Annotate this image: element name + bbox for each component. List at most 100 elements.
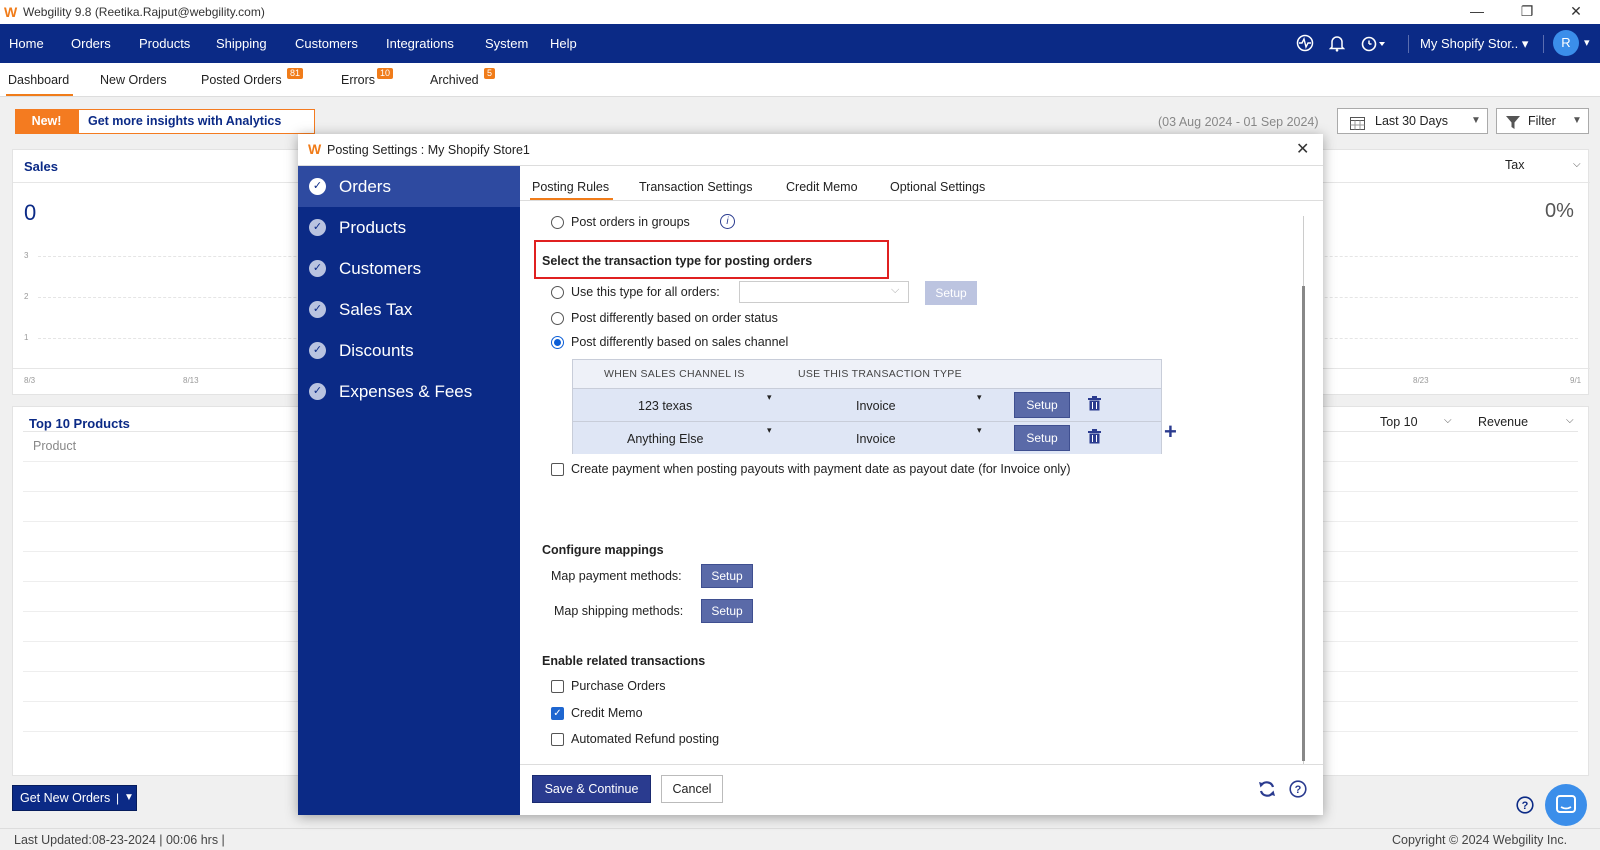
chevron-down-icon[interactable]: ▾ — [977, 392, 982, 403]
tab-new-orders[interactable]: New Orders — [100, 73, 167, 87]
close-dialog-icon[interactable]: ✕ — [1296, 139, 1309, 159]
activity-icon[interactable] — [1296, 34, 1314, 57]
map-payment-setup-button[interactable]: Setup — [701, 564, 753, 588]
transaction-type-select[interactable]: ⌵ — [739, 281, 909, 303]
divider — [520, 200, 1323, 201]
minimize-icon[interactable]: — — [1467, 3, 1487, 19]
chevron-down-icon[interactable]: ▾ — [977, 425, 982, 436]
setup-button[interactable]: Setup — [1014, 425, 1070, 451]
check-circle-icon: ✓ — [309, 301, 326, 318]
setup-button-disabled[interactable]: Setup — [925, 281, 977, 305]
nav-shipping[interactable]: Shipping — [216, 36, 267, 51]
tab-archived[interactable]: Archived — [430, 73, 479, 87]
y-tick: 2 — [24, 292, 29, 301]
tax-label[interactable]: Tax — [1505, 158, 1524, 172]
chevron-down-icon[interactable]: ▾ — [767, 392, 772, 403]
sidebar-item-expenses-fees[interactable]: ✓ Expenses & Fees — [298, 371, 520, 412]
sidebar-item-discounts[interactable]: ✓ Discounts — [298, 330, 520, 371]
help-icon[interactable]: ? — [1289, 780, 1307, 801]
nav-integrations[interactable]: Integrations — [386, 36, 454, 51]
store-selector[interactable]: My Shopify Stor.. ▾ — [1420, 36, 1528, 52]
credit-memo-label: Credit Memo — [571, 706, 643, 720]
nav-customers[interactable]: Customers — [295, 36, 358, 51]
save-continue-button[interactable]: Save & Continue — [532, 775, 651, 803]
y-tick: 3 — [24, 251, 29, 260]
tab-credit-memo[interactable]: Credit Memo — [786, 180, 858, 194]
channel-select[interactable]: Anything Else — [627, 432, 703, 446]
window-title: Webgility 9.8 (Reetika.Rajput@webgility.… — [23, 5, 265, 19]
info-icon[interactable]: i — [720, 214, 735, 229]
get-new-orders-button[interactable]: Get New Orders | ▼ — [12, 785, 137, 811]
purchase-orders-checkbox[interactable] — [551, 680, 564, 693]
tab-errors[interactable]: Errors — [341, 73, 375, 87]
check-circle-icon: ✓ — [309, 260, 326, 277]
active-tab-underline — [6, 94, 73, 96]
sidebar-item-sales-tax[interactable]: ✓ Sales Tax — [298, 289, 520, 330]
tab-posted-orders[interactable]: Posted Orders — [201, 73, 282, 87]
calendar-icon — [1350, 114, 1365, 138]
period-dropdown[interactable]: Last 30 Days ▼ — [1337, 108, 1488, 134]
type-select[interactable]: Invoice — [856, 432, 896, 446]
chevron-down-icon[interactable]: ⌵ — [1566, 415, 1574, 426]
sidebar-item-orders[interactable]: ✓ Orders — [298, 166, 520, 207]
bell-icon[interactable] — [1328, 34, 1346, 57]
restore-icon[interactable]: ❐ — [1517, 3, 1537, 20]
tab-optional-settings[interactable]: Optional Settings — [890, 180, 985, 194]
chevron-down-icon[interactable]: ▼ — [124, 792, 134, 803]
help-icon[interactable]: ? — [1516, 796, 1534, 819]
credit-memo-checkbox[interactable]: ✓ — [551, 707, 564, 720]
title-bar: W Webgility 9.8 (Reetika.Rajput@webgilit… — [0, 0, 1600, 24]
avatar[interactable]: R — [1553, 30, 1579, 56]
tab-transaction-settings[interactable]: Transaction Settings — [639, 180, 752, 194]
nav-orders[interactable]: Orders — [71, 36, 111, 51]
sidebar-item-products[interactable]: ✓ Products — [298, 207, 520, 248]
sales-channel-radio[interactable] — [551, 336, 564, 349]
configure-mappings-title: Configure mappings — [542, 543, 664, 557]
column-header: USE THIS TRANSACTION TYPE — [798, 368, 962, 380]
post-groups-radio[interactable] — [551, 216, 564, 229]
scrollbar-thumb[interactable] — [1302, 286, 1305, 761]
table-row: Anything Else ▾ Invoice ▾ — [573, 421, 1161, 454]
chevron-down-icon[interactable]: ⌵ — [1573, 159, 1581, 170]
map-shipping-setup-button[interactable]: Setup — [701, 599, 753, 623]
revenue-select[interactable]: Revenue — [1478, 415, 1528, 429]
channel-select[interactable]: 123 texas — [638, 399, 692, 413]
use-type-all-label: Use this type for all orders: — [571, 285, 720, 299]
payout-payment-checkbox[interactable] — [551, 463, 564, 476]
top-products-title: Top 10 Products — [29, 416, 130, 431]
automated-refund-checkbox[interactable] — [551, 733, 564, 746]
chat-icon[interactable] — [1545, 784, 1587, 826]
analytics-insights-button[interactable]: Get more insights with Analytics — [78, 109, 315, 134]
top-count-select[interactable]: Top 10 — [1380, 415, 1418, 429]
nav-products[interactable]: Products — [139, 36, 190, 51]
use-type-all-radio[interactable] — [551, 286, 564, 299]
add-row-icon[interactable]: + — [1164, 419, 1177, 445]
order-status-radio[interactable] — [551, 312, 564, 325]
sidebar-item-label: Sales Tax — [339, 300, 413, 319]
trash-icon[interactable] — [1088, 429, 1101, 447]
posting-settings-dialog: W Posting Settings : My Shopify Store1 ✕… — [298, 134, 1323, 815]
nav-home[interactable]: Home — [9, 36, 44, 51]
tab-posting-rules[interactable]: Posting Rules — [532, 180, 609, 194]
chevron-down-icon[interactable]: ⌵ — [1444, 415, 1452, 426]
trash-icon[interactable] — [1088, 396, 1101, 414]
tab-dashboard[interactable]: Dashboard — [8, 73, 69, 87]
divider — [520, 764, 1323, 765]
close-window-icon[interactable]: ✕ — [1566, 3, 1586, 20]
nav-help[interactable]: Help — [550, 36, 577, 51]
cancel-button[interactable]: Cancel — [661, 775, 723, 803]
type-select[interactable]: Invoice — [856, 399, 896, 413]
filter-label: Filter — [1528, 114, 1556, 128]
column-header: WHEN SALES CHANNEL IS — [604, 368, 745, 380]
chevron-down-icon[interactable]: ▾ — [767, 425, 772, 436]
nav-system[interactable]: System — [485, 36, 528, 51]
sidebar-item-label: Customers — [339, 259, 422, 278]
sidebar-item-customers[interactable]: ✓ Customers — [298, 248, 520, 289]
dialog-title: Posting Settings : My Shopify Store1 — [327, 143, 530, 157]
avatar-chevron-icon[interactable]: ▾ — [1584, 36, 1590, 49]
setup-button[interactable]: Setup — [1014, 392, 1070, 418]
sidebar-item-label: Expenses & Fees — [339, 382, 473, 401]
alarm-clock-icon[interactable] — [1360, 34, 1386, 57]
refresh-icon[interactable] — [1258, 780, 1276, 801]
filter-dropdown[interactable]: Filter ▼ — [1496, 108, 1589, 134]
